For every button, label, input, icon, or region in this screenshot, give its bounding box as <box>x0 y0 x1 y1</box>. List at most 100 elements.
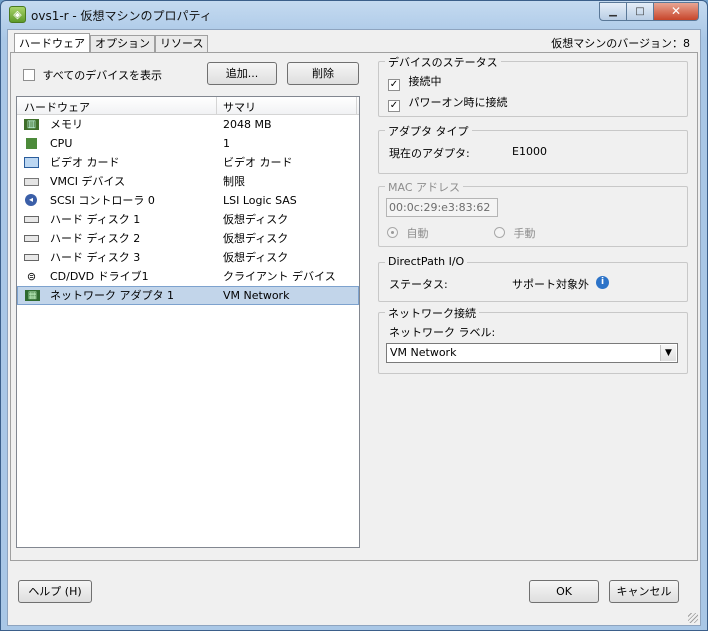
cd-dvd-icon: ⊜ <box>26 270 37 283</box>
title-bar[interactable]: ◈ ovs1-r - 仮想マシンのプロパティ ▁ □ ✕ <box>1 1 707 29</box>
connected-label: 接続中 <box>408 75 442 88</box>
dialog-body: ハードウェア オプション リソース 仮想マシンのバージョン：8 すべてのデバイス… <box>7 29 701 626</box>
scsi-controller-icon: ◂ <box>25 194 37 206</box>
help-button[interactable]: ヘルプ (H) <box>18 580 92 603</box>
hardware-name: SCSI コントローラ 0 <box>50 194 155 207</box>
hardware-row-network-adapter[interactable]: ▦ ネットワーク アダプタ 1 VM Network <box>17 286 359 305</box>
hardware-row-memory[interactable]: ▥ メモリ 2048 MB <box>17 115 359 134</box>
hardware-summary: 仮想ディスク <box>223 251 289 264</box>
hardware-row-hard-disk-1[interactable]: ハード ディスク 1 仮想ディスク <box>17 210 359 229</box>
info-icon[interactable]: i <box>596 276 609 289</box>
directpath-group: DirectPath I/O ステータス: サポート対象外 i <box>378 255 688 302</box>
ok-button[interactable]: OK <box>529 580 599 603</box>
show-all-devices-checkbox[interactable] <box>23 69 35 81</box>
hardware-summary: 1 <box>223 137 230 150</box>
hardware-list-header: ハードウェア サマリ <box>17 97 359 115</box>
network-label-label: ネットワーク ラベル: <box>389 326 496 339</box>
adapter-type-title: アダプタ タイプ <box>385 123 472 139</box>
hardware-name: ハード ディスク 3 <box>50 251 141 264</box>
tab-resources[interactable]: リソース <box>155 35 209 53</box>
chevron-down-icon[interactable]: ▼ <box>660 345 676 361</box>
vmci-device-icon <box>24 178 39 186</box>
directpath-title: DirectPath I/O <box>385 255 468 268</box>
hardware-row-cpu[interactable]: CPU 1 <box>17 134 359 153</box>
network-label-value: VM Network <box>390 346 457 359</box>
video-card-icon <box>24 157 39 168</box>
close-button[interactable]: ✕ <box>653 2 699 21</box>
column-divider[interactable] <box>216 97 217 115</box>
properties-window: ◈ ovs1-r - 仮想マシンのプロパティ ▁ □ ✕ ハードウェア オプショ… <box>0 0 708 631</box>
hardware-name: メモリ <box>50 118 83 131</box>
hardware-name: ハード ディスク 2 <box>50 232 141 245</box>
mac-address-title: MAC アドレス <box>385 179 463 195</box>
hardware-summary: 仮想ディスク <box>223 213 289 226</box>
hardware-row-video-card[interactable]: ビデオ カード ビデオ カード <box>17 153 359 172</box>
window-title: ovs1-r - 仮想マシンのプロパティ <box>31 9 212 23</box>
mac-manual-radio[interactable] <box>494 227 505 238</box>
hardware-list: ハードウェア サマリ ▥ メモリ 2048 MB CPU 1 ビデオ カード ビ… <box>16 96 360 548</box>
hardware-row-cd-dvd[interactable]: ⊜ CD/DVD ドライブ1 クライアント デバイス <box>17 267 359 286</box>
mac-auto-option[interactable]: 自動 <box>387 225 429 241</box>
tab-options[interactable]: オプション <box>90 35 155 53</box>
mac-manual-option[interactable]: 手動 <box>494 225 536 241</box>
network-connection-title: ネットワーク接続 <box>385 305 479 321</box>
hardware-row-vmci[interactable]: VMCI デバイス 制限 <box>17 172 359 191</box>
connect-at-power-on-label: パワーオン時に接続 <box>408 96 508 109</box>
column-summary[interactable]: サマリ <box>223 99 256 115</box>
hardware-name: CD/DVD ドライブ1 <box>50 270 149 283</box>
hardware-name: ビデオ カード <box>50 156 120 169</box>
connected-checkbox[interactable]: ✓ <box>388 79 400 91</box>
hard-disk-icon <box>24 235 39 242</box>
hardware-summary: 2048 MB <box>223 118 272 131</box>
mac-address-group: MAC アドレス 00:0c:29:e3:83:62 自動 手動 <box>378 179 688 247</box>
cpu-icon <box>26 138 37 149</box>
directpath-status-label: ステータス: <box>389 278 448 291</box>
network-label-select[interactable]: VM Network ▼ <box>386 343 678 363</box>
column-divider[interactable] <box>356 97 357 115</box>
mac-auto-label: 自動 <box>406 227 429 240</box>
current-adapter-value: E1000 <box>512 145 547 158</box>
hardware-name: VMCI デバイス <box>50 175 126 188</box>
tab-hardware[interactable]: ハードウェア <box>14 33 90 54</box>
hard-disk-icon <box>24 216 39 223</box>
mac-auto-radio[interactable] <box>387 227 398 238</box>
hardware-row-hard-disk-3[interactable]: ハード ディスク 3 仮想ディスク <box>17 248 359 267</box>
show-all-devices-row[interactable]: すべてのデバイスを表示 <box>23 67 162 83</box>
hardware-name: CPU <box>50 137 73 150</box>
add-button[interactable]: 追加... <box>207 62 277 85</box>
connected-row[interactable]: ✓ 接続中 <box>388 73 442 91</box>
device-status-title: デバイスのステータス <box>385 54 501 70</box>
hardware-name: ハード ディスク 1 <box>50 213 141 226</box>
show-all-devices-label: すべてのデバイスを表示 <box>42 69 162 82</box>
hardware-tab-panel: すべてのデバイスを表示 追加... 削除 ハードウェア サマリ ▥ メモリ 20… <box>10 52 698 561</box>
hardware-summary: クライアント デバイス <box>223 270 336 283</box>
tab-strip: ハードウェア オプション リソース <box>14 33 209 54</box>
hardware-summary: 制限 <box>223 175 245 188</box>
hardware-summary: VM Network <box>223 289 290 302</box>
minimize-button[interactable]: ▁ <box>599 2 627 21</box>
resize-grip-icon[interactable] <box>688 613 698 623</box>
hardware-summary: ビデオ カード <box>223 156 293 169</box>
memory-icon: ▥ <box>24 119 39 130</box>
remove-button[interactable]: 削除 <box>287 62 359 85</box>
mac-address-field[interactable]: 00:0c:29:e3:83:62 <box>386 198 498 217</box>
network-adapter-icon: ▦ <box>25 290 40 301</box>
cancel-button[interactable]: キャンセル <box>609 580 679 603</box>
device-status-group: デバイスのステータス ✓ 接続中 ✓ パワーオン時に接続 <box>378 54 688 117</box>
connect-at-power-on-checkbox[interactable]: ✓ <box>388 100 400 112</box>
mac-manual-label: 手動 <box>513 227 536 240</box>
hardware-summary: LSI Logic SAS <box>223 194 297 207</box>
directpath-status-value: サポート対象外 <box>512 278 589 291</box>
hardware-row-hard-disk-2[interactable]: ハード ディスク 2 仮想ディスク <box>17 229 359 248</box>
current-adapter-label: 現在のアダプタ: <box>389 147 470 160</box>
maximize-button[interactable]: □ <box>626 2 654 21</box>
adapter-type-group: アダプタ タイプ 現在のアダプタ: E1000 <box>378 123 688 174</box>
hardware-summary: 仮想ディスク <box>223 232 289 245</box>
connect-at-power-on-row[interactable]: ✓ パワーオン時に接続 <box>388 94 508 112</box>
column-hardware[interactable]: ハードウェア <box>24 99 90 115</box>
vsphere-icon: ◈ <box>9 6 26 23</box>
network-connection-group: ネットワーク接続 ネットワーク ラベル: VM Network ▼ <box>378 305 688 374</box>
hardware-row-scsi-controller[interactable]: ◂ SCSI コントローラ 0 LSI Logic SAS <box>17 191 359 210</box>
hard-disk-icon <box>24 254 39 261</box>
vm-version-label: 仮想マシンのバージョン：8 <box>551 37 690 50</box>
